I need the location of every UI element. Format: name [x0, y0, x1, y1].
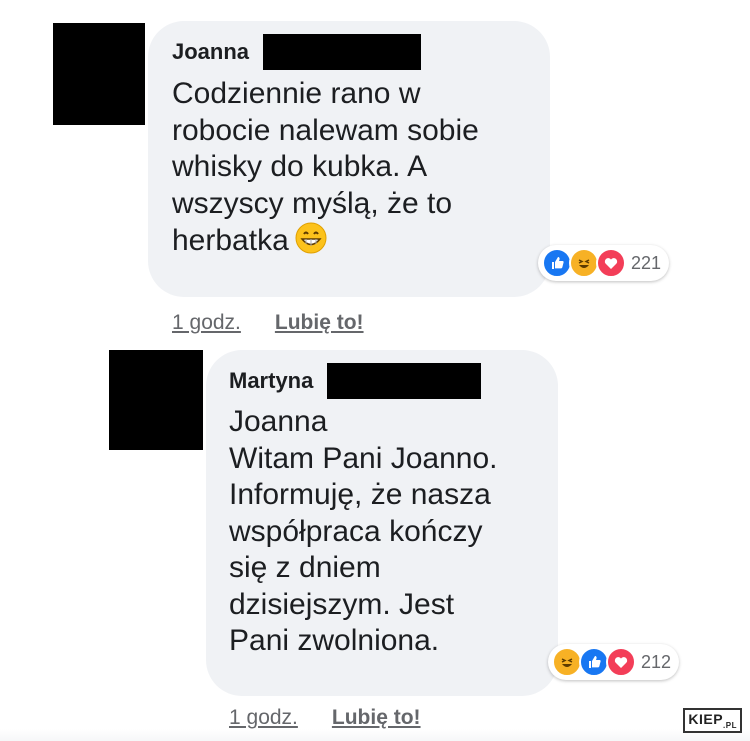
reactions-summary-joanna[interactable]: 221	[538, 245, 670, 281]
comment-line: Pani zwolniona.	[229, 624, 440, 657]
comment-line: współpraca kończy	[229, 514, 483, 548]
comment-header-martyna: Martyna	[229, 363, 482, 399]
like-icon	[579, 647, 609, 677]
watermark-suffix: .PL	[723, 721, 737, 730]
redacted-surname	[263, 34, 422, 70]
comment-line: dzisiejszym. Jest	[229, 587, 455, 621]
reaction-count: 212	[641, 651, 672, 672]
like-button[interactable]: Lubię to!	[332, 706, 421, 730]
comment-line: wszyscy myślą, że to	[172, 186, 453, 220]
comment-line: Codziennie rano w	[172, 77, 421, 110]
comment-meta-martyna: 1 godz. Lubię to!	[229, 706, 421, 730]
reactions-summary-martyna[interactable]: 212	[548, 644, 680, 680]
haha-icon	[569, 248, 599, 278]
comment-header-joanna: Joanna	[172, 34, 422, 70]
watermark-text: KIEP	[688, 711, 724, 728]
comment-line: herbatka	[172, 224, 289, 257]
comment-text-joanna: Codziennie rano w robocie nalewam sobie …	[172, 76, 479, 264]
bottom-fade	[0, 729, 750, 741]
redacted-surname	[327, 363, 482, 399]
comment-line: się z dniem	[229, 551, 381, 584]
like-icon	[542, 248, 572, 278]
love-icon	[596, 248, 626, 278]
comment-timestamp[interactable]: 1 godz.	[229, 706, 298, 730]
comment-author-name[interactable]: Joanna	[172, 39, 249, 65]
love-icon	[606, 647, 636, 677]
like-button[interactable]: Lubię to!	[275, 311, 364, 335]
comment-line: whisky do kubka. A	[172, 150, 428, 183]
comment-line-last: herbatka	[172, 222, 479, 264]
comment-timestamp[interactable]: 1 godz.	[172, 311, 241, 335]
comment-text-martyna: Joanna Witam Pani Joanno. Informuję, że …	[229, 404, 497, 660]
reaction-count: 221	[631, 252, 662, 273]
avatar-martyna[interactable]	[109, 350, 203, 450]
comment-meta-joanna: 1 godz. Lubię to!	[172, 311, 364, 335]
mention-joanna[interactable]: Joanna	[229, 404, 497, 441]
watermark-logo: KIEP.PL	[683, 708, 742, 733]
haha-icon	[552, 647, 582, 677]
comment-author-name[interactable]: Martyna	[229, 368, 313, 394]
grinning-face-icon	[295, 222, 327, 264]
comment-line: Witam Pani Joanno.	[229, 441, 498, 475]
avatar-joanna[interactable]	[53, 23, 145, 125]
comment-line: robocie nalewam sobie	[172, 113, 479, 147]
comment-line: Informuję, że nasza	[229, 478, 491, 511]
